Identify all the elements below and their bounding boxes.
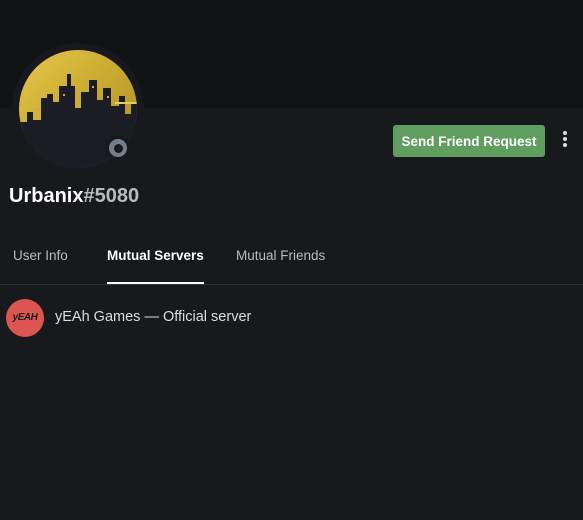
send-friend-request-button[interactable]: Send Friend Request [393, 125, 545, 157]
ellipsis-dot [563, 131, 567, 135]
tab-user-info[interactable]: User Info [13, 236, 68, 284]
user-profile-modal: Send Friend Request Urbanix#5080 User In… [0, 0, 583, 520]
mutual-server-item[interactable]: yEAH yEAh Games — Official server [0, 293, 583, 343]
username-name: Urbanix [9, 185, 84, 207]
tab-mutual-servers[interactable]: Mutual Servers [107, 236, 204, 284]
offline-status-icon [109, 139, 127, 157]
status-indicator [105, 135, 131, 161]
avatar-frame [12, 43, 144, 175]
username: Urbanix#5080 [9, 185, 139, 208]
tab-mutual-friends[interactable]: Mutual Friends [236, 236, 325, 284]
server-name: yEAh Games — Official server [55, 309, 252, 325]
username-discriminator: #5080 [83, 185, 140, 207]
profile-tabs: User Info Mutual Servers Mutual Friends [0, 236, 583, 285]
ellipsis-dot [563, 137, 567, 141]
server-icon: yEAH [6, 299, 44, 337]
vertical-ellipsis-icon[interactable] [556, 129, 574, 153]
ellipsis-dot [563, 143, 567, 147]
